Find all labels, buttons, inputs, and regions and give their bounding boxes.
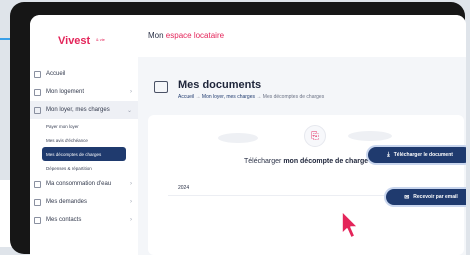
sidebar-item-eau[interactable]: Ma consommation d'eau ›: [30, 175, 138, 193]
envelope-icon: ✉: [404, 194, 410, 201]
cursor-icon: [341, 210, 359, 239]
sidebar-item-label: Mon loyer, mes charges: [46, 107, 110, 113]
header-title-accent: espace locataire: [165, 31, 225, 40]
sidebar: Vivest & vie Accueil Mon logement › Mon …: [30, 15, 139, 255]
download-heading-prefix: Télécharger: [244, 158, 282, 165]
request-icon: [34, 198, 41, 206]
documents-icon: [154, 81, 168, 93]
subnav-item-label: Payer mon loyer: [46, 123, 79, 129]
breadcrumb: Accueil → Mon loyer, mes charges → Mes d…: [178, 94, 324, 100]
sidebar-subnav: Payer mon loyer Mes avis d'échéance Mes …: [30, 119, 138, 175]
sidebar-item-label: Accueil: [46, 71, 66, 77]
water-icon: [34, 180, 41, 188]
sidebar-nav: Accueil Mon logement › Mon loyer, mes ch…: [30, 65, 138, 229]
sidebar-item-label: Mes demandes: [46, 199, 88, 205]
subnav-item-depenses[interactable]: Dépenses & répartition: [42, 161, 138, 175]
top-bar: Mon espace locataire: [138, 15, 466, 58]
sidebar-item-demandes[interactable]: Mes demandes ›: [30, 193, 138, 211]
subnav-item-payer[interactable]: Payer mon loyer: [42, 119, 138, 133]
email-button-label: Recevoir par email: [413, 194, 458, 200]
header-title-prefix: Mon: [148, 31, 164, 40]
download-heading: Télécharger mon décompte de charge: [244, 158, 368, 165]
subnav-item-decomptes[interactable]: Mes décomptes de charges: [42, 147, 126, 161]
breadcrumb-link-loyer[interactable]: Mon loyer, mes charges: [202, 94, 255, 100]
chevron-down-icon: ⌄: [126, 108, 132, 114]
monitor-frame: Vivest & vie Accueil Mon logement › Mon …: [10, 2, 466, 255]
decorative-cloud: [348, 131, 392, 141]
sidebar-item-loyer[interactable]: Mon loyer, mes charges ⌄: [30, 101, 138, 119]
download-heading-emphasis: mon décompte de charge: [283, 158, 369, 165]
page-title: Mes documents: [178, 79, 262, 91]
file-icon: ⎘: [304, 125, 326, 147]
download-button-label: Télécharger le document: [393, 152, 453, 158]
contacts-icon: [34, 216, 41, 224]
home-icon: [34, 70, 41, 78]
wallet-icon: [34, 106, 41, 114]
sidebar-item-label: Ma consommation d'eau: [46, 181, 112, 187]
breadcrumb-link-accueil[interactable]: Accueil: [178, 94, 194, 100]
subnav-item-avis[interactable]: Mes avis d'échéance: [42, 133, 138, 147]
sidebar-item-logement[interactable]: Mon logement ›: [30, 83, 138, 101]
breadcrumb-separator: →: [256, 94, 262, 100]
breadcrumb-separator: →: [195, 94, 201, 100]
house-icon: [34, 88, 41, 96]
chevron-right-icon: ›: [130, 181, 132, 187]
chevron-right-icon: ›: [130, 89, 132, 95]
email-button[interactable]: ✉ Recevoir par email: [386, 189, 466, 205]
sidebar-item-label: Mes contacts: [46, 217, 82, 223]
breadcrumb-current: Mes décomptes de charges: [262, 94, 325, 100]
sidebar-item-label: Mon logement: [46, 89, 85, 95]
chevron-right-icon: ›: [130, 199, 132, 205]
chevron-right-icon: ›: [130, 217, 132, 223]
brand-logo[interactable]: Vivest: [58, 35, 90, 47]
screen: Vivest & vie Accueil Mon logement › Mon …: [30, 15, 466, 255]
document-year: 2024: [178, 185, 190, 191]
header-title: Mon espace locataire: [148, 31, 224, 40]
sidebar-item-accueil[interactable]: Accueil: [30, 65, 138, 83]
download-button[interactable]: ⤓ Télécharger le document: [368, 147, 466, 163]
sidebar-item-contacts[interactable]: Mes contacts ›: [30, 211, 138, 229]
brand-tagline: & vie: [96, 37, 105, 42]
decorative-cloud: [218, 133, 258, 143]
subnav-item-label: Mes avis d'échéance: [46, 137, 88, 143]
document-card: ⎘ Télécharger mon décompte de charge 202…: [148, 115, 464, 255]
download-icon: ⤓: [387, 151, 390, 158]
subnav-item-label: Dépenses & répartition: [46, 165, 92, 171]
subnav-item-label: Mes décomptes de charges: [46, 151, 102, 157]
